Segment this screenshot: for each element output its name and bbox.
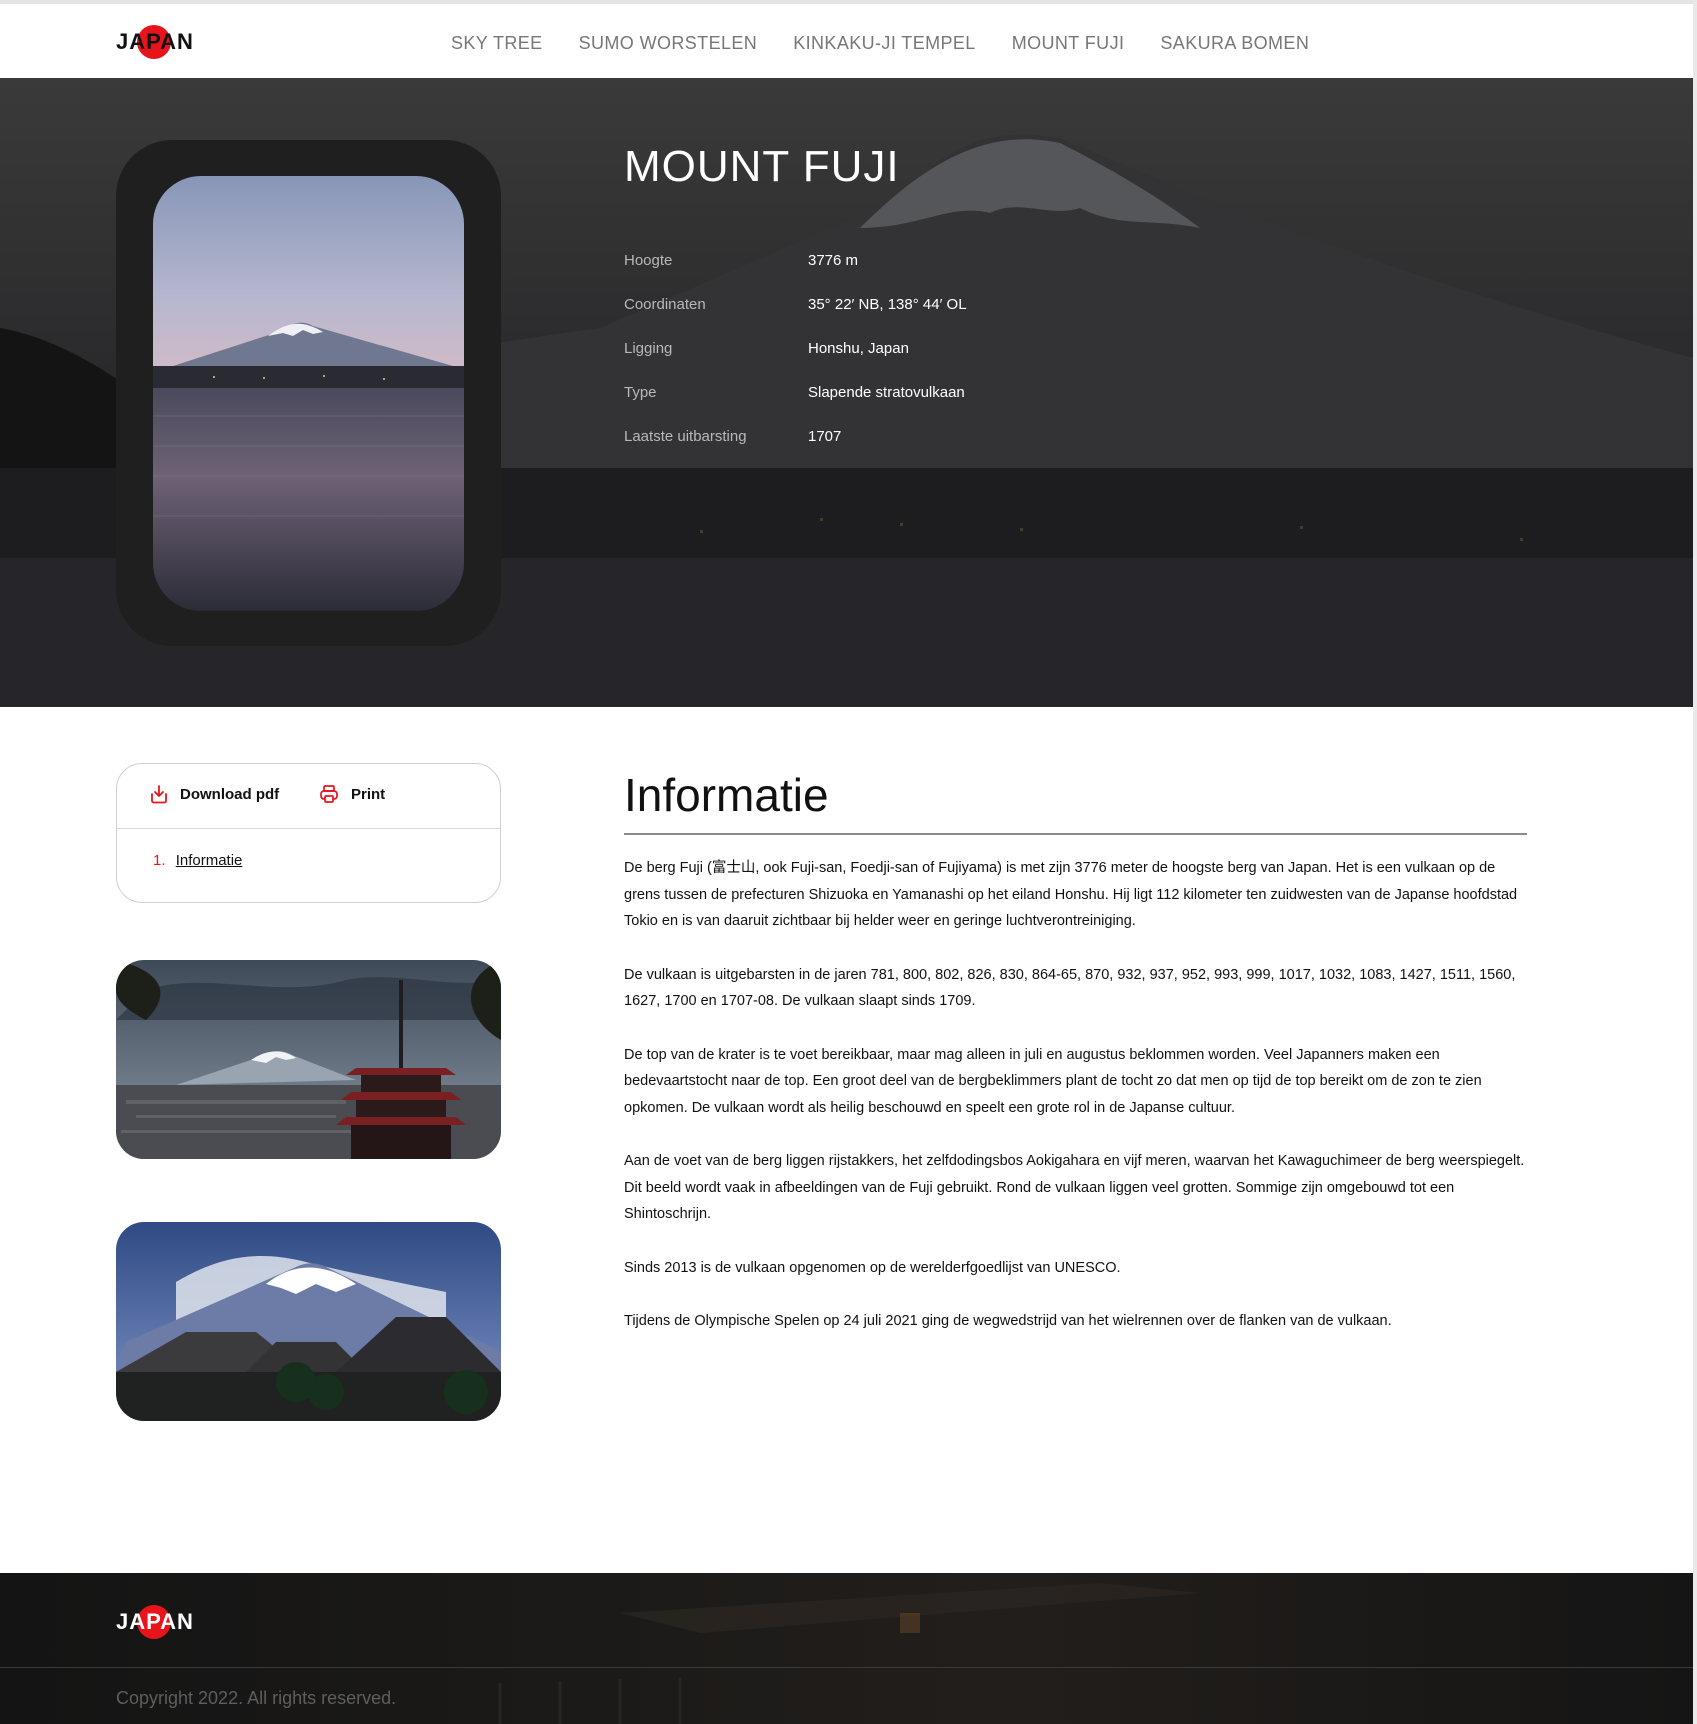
- fact-value: Honshu, Japan: [808, 340, 909, 357]
- fact-value: 1707: [808, 428, 842, 445]
- page-title: MOUNT FUJI: [624, 142, 900, 191]
- fact-label: Hoogte: [624, 252, 673, 269]
- article-heading: Informatie: [624, 769, 829, 821]
- footer-logo-text: JAPAN: [116, 1609, 194, 1634]
- nav-item-sakura-bomen[interactable]: SAKURA BOMEN: [1160, 28, 1309, 58]
- heading-divider: [624, 833, 1527, 835]
- article: Informatie De berg Fuji (富士山, ook Fuji-s…: [624, 760, 1534, 1362]
- fact-label: Ligging: [624, 340, 673, 357]
- fact-label: Laatste uitbarsting: [624, 428, 747, 445]
- toc-item-informatie[interactable]: Informatie: [176, 852, 243, 869]
- toc-item-number: 1.: [153, 852, 166, 869]
- nav-item-mount-fuji[interactable]: MOUNT FUJI: [1012, 28, 1125, 58]
- print-button[interactable]: Print: [319, 784, 385, 804]
- article-paragraph: Aan de voet van de berg liggen rijstakke…: [624, 1153, 1525, 1222]
- logo-text: JAPAN: [116, 29, 194, 54]
- article-paragraph: De berg Fuji (富士山, ook Fuji-san, Foedji-…: [624, 860, 1518, 929]
- site-logo[interactable]: JAPAN: [116, 25, 194, 59]
- download-pdf-label: Download pdf: [180, 785, 280, 803]
- table-of-contents-card: Download pdf Print 1. Informatie: [116, 763, 501, 903]
- fact-label: Type: [624, 384, 657, 401]
- toc-list: 1. Informatie: [153, 852, 242, 869]
- footer-logo[interactable]: JAPAN: [116, 1605, 194, 1639]
- download-pdf-button[interactable]: Download pdf: [150, 784, 279, 804]
- download-icon: [151, 785, 167, 804]
- article-paragraph: Tijdens de Olympische Spelen op 24 juli …: [624, 1313, 1392, 1329]
- site-footer: JAPAN Copyright 2022. All rights reserve…: [0, 1573, 1693, 1724]
- mount-fuji-lake-photo: [153, 176, 464, 611]
- window-right-edge: [1693, 0, 1697, 1724]
- hero-section: MOUNT FUJI Hoogte 3776 m Coordinaten 35°…: [0, 78, 1693, 707]
- footer-divider: [0, 1667, 1693, 1668]
- print-label: Print: [351, 785, 386, 803]
- fact-value: 3776 m: [808, 252, 859, 269]
- nav-item-sumo-worstelen[interactable]: SUMO WORSTELEN: [579, 28, 758, 58]
- toc-actions: Download pdf Print: [117, 764, 500, 829]
- fuji-village-photo: [116, 1222, 501, 1421]
- nav-item-kinkaku-ji-tempel[interactable]: KINKAKU-JI TEMPEL: [793, 28, 976, 58]
- fact-value: 35° 22′ NB, 138° 44′ OL: [808, 296, 967, 313]
- article-paragraph: Sinds 2013 is de vulkaan opgenomen op de…: [624, 1259, 1121, 1276]
- nav-item-sky-tree[interactable]: SKY TREE: [451, 28, 543, 58]
- fuji-pagoda-photo: [116, 960, 501, 1159]
- article-paragraph: De vulkaan is uitgebarsten in de jaren 7…: [624, 966, 1516, 1010]
- fact-value: Slapende stratovulkaan: [808, 384, 965, 401]
- hero-photo-frame: [116, 140, 501, 646]
- copyright-text: Copyright 2022. All rights reserved.: [116, 1688, 397, 1708]
- main-nav: SKY TREE SUMO WORSTELEN KINKAKU-JI TEMPE…: [451, 28, 1309, 58]
- fact-label: Coordinaten: [624, 296, 706, 313]
- site-header: JAPAN SKY TREE SUMO WORSTELEN KINKAKU-JI…: [0, 4, 1693, 78]
- article-body: De berg Fuji (富士山, ook Fuji-san, Foedji-…: [624, 855, 1534, 1335]
- article-paragraph: De top van de krater is te voet bereikba…: [624, 1046, 1482, 1116]
- print-icon: [320, 785, 338, 803]
